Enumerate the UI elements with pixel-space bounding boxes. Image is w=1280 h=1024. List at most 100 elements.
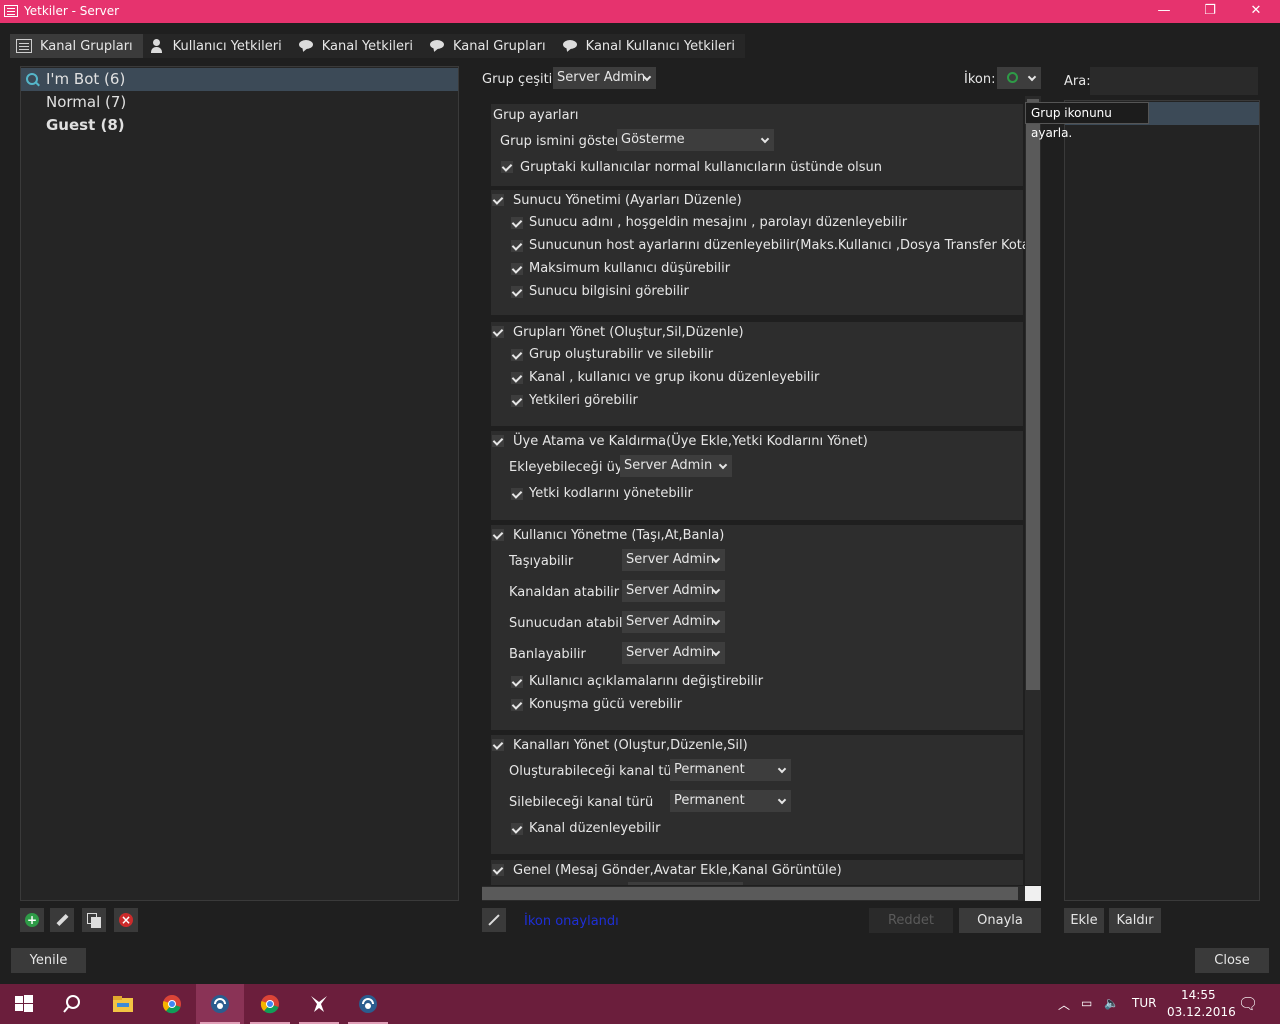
tab-channel-groups[interactable]: Kanal Grupları xyxy=(422,34,556,58)
edit-server-name-checkbox[interactable] xyxy=(511,217,523,229)
add-member-button[interactable]: Ekle xyxy=(1064,908,1104,933)
edit-host-settings-checkbox[interactable] xyxy=(511,240,523,252)
section-title: Kanalları Yönet (Oluştur,Düzenle,Sil) xyxy=(513,738,748,753)
taskbar-teamspeak-active[interactable] xyxy=(196,984,244,1024)
ban-select[interactable]: Server Admin xyxy=(622,642,725,664)
manage-tokens-checkbox[interactable] xyxy=(511,488,523,500)
taskbar: ︿ ▭ 🔈 TUR 14:55 03.12.2016 🗨 xyxy=(0,984,1280,1024)
delete-channel-type-value: Permanent xyxy=(674,793,745,808)
chevron-down-icon xyxy=(777,764,787,774)
partial-select xyxy=(628,882,743,885)
delete-group-button[interactable]: × xyxy=(114,908,138,932)
group-list[interactable]: I'm Bot (6) Normal (7) Guest (8) xyxy=(20,66,459,901)
show-group-name-select[interactable]: Gösterme xyxy=(617,129,774,151)
speech-bubble-icon xyxy=(429,39,445,53)
section-title: Grupları Yönet (Oluştur,Sil,Düzenle) xyxy=(513,325,744,340)
edit-description-checkbox[interactable] xyxy=(511,676,523,688)
clock-date[interactable]: 03.12.2016 xyxy=(1167,1005,1236,1019)
reject-button[interactable]: Reddet xyxy=(869,908,953,933)
create-channel-type-label: Oluşturabileceği kanal türü xyxy=(509,764,686,779)
group-item-normal[interactable]: Normal (7) xyxy=(21,91,458,114)
vertical-scrollbar[interactable] xyxy=(1025,96,1041,885)
tab-channel-groups-server[interactable]: Kanal Grupları xyxy=(10,34,143,58)
group-type-select[interactable]: Server Admin xyxy=(553,67,656,89)
create-channel-type-select[interactable]: Permanent xyxy=(670,759,791,781)
rename-group-button[interactable] xyxy=(50,908,74,932)
group-item-im-bot[interactable]: I'm Bot (6) xyxy=(21,68,458,91)
member-list[interactable] xyxy=(1064,100,1260,901)
taskbar-chrome[interactable] xyxy=(148,984,196,1024)
taskbar-search-button[interactable] xyxy=(48,984,96,1024)
group-settings-section: Grup ayarları Grup ismini göster: Göster… xyxy=(491,104,1023,186)
close-button[interactable]: Close xyxy=(1195,948,1269,973)
apply-button[interactable]: Onayla xyxy=(959,908,1041,933)
taskbar-teamspeak[interactable] xyxy=(344,984,392,1024)
pencil-icon xyxy=(56,913,69,927)
edit-channel-checkbox[interactable] xyxy=(511,823,523,835)
add-member-select[interactable]: Server Admin xyxy=(620,455,732,477)
channel-kick-select[interactable]: Server Admin xyxy=(622,580,725,602)
scroll-thumb[interactable] xyxy=(1026,124,1040,690)
perm-label: Sunucu adını , hoşgeldin mesajını , paro… xyxy=(529,215,908,230)
teamspeak-icon xyxy=(210,994,230,1014)
lower-max-users-checkbox[interactable] xyxy=(511,263,523,275)
permissions-panel[interactable]: Grup ayarları Grup ismini göster: Göster… xyxy=(482,96,1041,885)
icon-select[interactable] xyxy=(997,67,1041,89)
group-type-value: Server Admin xyxy=(557,70,646,85)
search-input[interactable] xyxy=(1090,67,1258,95)
file-explorer-icon xyxy=(112,994,133,1014)
copy-group-button[interactable] xyxy=(82,908,106,932)
move-select[interactable]: Server Admin xyxy=(622,549,725,571)
delete-channel-type-select[interactable]: Permanent xyxy=(670,790,791,812)
tab-user-permissions[interactable]: Kullanıcı Yetkileri xyxy=(142,34,292,58)
user-icon xyxy=(149,39,165,53)
scroll-thumb[interactable] xyxy=(482,887,1018,900)
create-delete-group-checkbox[interactable] xyxy=(511,349,523,361)
tab-label: Kullanıcı Yetkileri xyxy=(172,38,282,54)
above-normal-checkbox[interactable] xyxy=(501,161,513,173)
tray-chevron-icon[interactable]: ︿ xyxy=(1058,996,1070,1013)
refresh-button[interactable]: Yenile xyxy=(11,948,86,973)
maximize-button[interactable]: ❐ xyxy=(1187,0,1233,23)
minimize-button[interactable]: — xyxy=(1141,0,1187,23)
tab-channel-permissions[interactable]: Kanal Yetkileri xyxy=(291,34,423,58)
show-group-name-value: Gösterme xyxy=(621,132,685,147)
collapse-button[interactable] xyxy=(482,908,506,932)
user-admin-checkbox[interactable] xyxy=(492,529,504,541)
taskbar-chrome-2[interactable] xyxy=(246,984,294,1024)
channel-admin-checkbox[interactable] xyxy=(492,739,504,751)
view-server-info-checkbox[interactable] xyxy=(511,286,523,298)
taskbar-app[interactable] xyxy=(295,984,343,1024)
group-item-guest[interactable]: Guest (8) xyxy=(21,114,458,137)
perm-label: Kullanıcı açıklamalarını değiştirebilir xyxy=(529,674,764,689)
network-icon[interactable]: ▭ xyxy=(1081,996,1092,1010)
membership-checkbox[interactable] xyxy=(492,435,504,447)
taskbar-file-explorer[interactable] xyxy=(98,984,146,1024)
group-admin-checkbox[interactable] xyxy=(492,326,504,338)
perm-label: Kanal düzenleyebilir xyxy=(529,821,661,836)
membership-section: Üye Atama ve Kaldırma(Üye Ekle,Yetki Kod… xyxy=(491,431,1023,520)
perm-label: Sunucunun host ayarlarını düzenleyebilir… xyxy=(529,238,1041,253)
server-icon xyxy=(16,39,32,53)
notifications-icon[interactable]: 🗨 xyxy=(1238,994,1258,1013)
tab-channel-user-permissions[interactable]: Kanal Kullanıcı Yetkileri xyxy=(555,34,745,58)
edit-icons-checkbox[interactable] xyxy=(511,372,523,384)
remove-member-button[interactable]: Kaldır xyxy=(1109,908,1161,933)
server-kick-select[interactable]: Server Admin xyxy=(622,611,725,633)
add-group-button[interactable]: + xyxy=(20,908,44,932)
view-permissions-checkbox[interactable] xyxy=(511,395,523,407)
section-title: Sunucu Yönetimi (Ayarları Düzenle) xyxy=(513,193,742,208)
clock-time[interactable]: 14:55 xyxy=(1181,988,1216,1002)
grant-talk-power-checkbox[interactable] xyxy=(511,699,523,711)
volume-icon[interactable]: 🔈 xyxy=(1104,996,1119,1010)
section-title: Genel (Mesaj Gönder,Avatar Ekle,Kanal Gö… xyxy=(513,863,842,878)
start-button[interactable] xyxy=(0,984,48,1024)
window-icon xyxy=(4,5,18,17)
general-checkbox[interactable] xyxy=(492,864,504,876)
language-indicator[interactable]: TUR xyxy=(1132,996,1156,1010)
create-channel-type-value: Permanent xyxy=(674,762,745,777)
permission-tabs: Kanal Grupları Kullanıcı Yetkileri Kanal… xyxy=(10,34,745,58)
close-window-button[interactable]: ✕ xyxy=(1233,0,1279,23)
server-admin-checkbox[interactable] xyxy=(492,194,504,206)
horizontal-scrollbar[interactable] xyxy=(482,886,1025,901)
